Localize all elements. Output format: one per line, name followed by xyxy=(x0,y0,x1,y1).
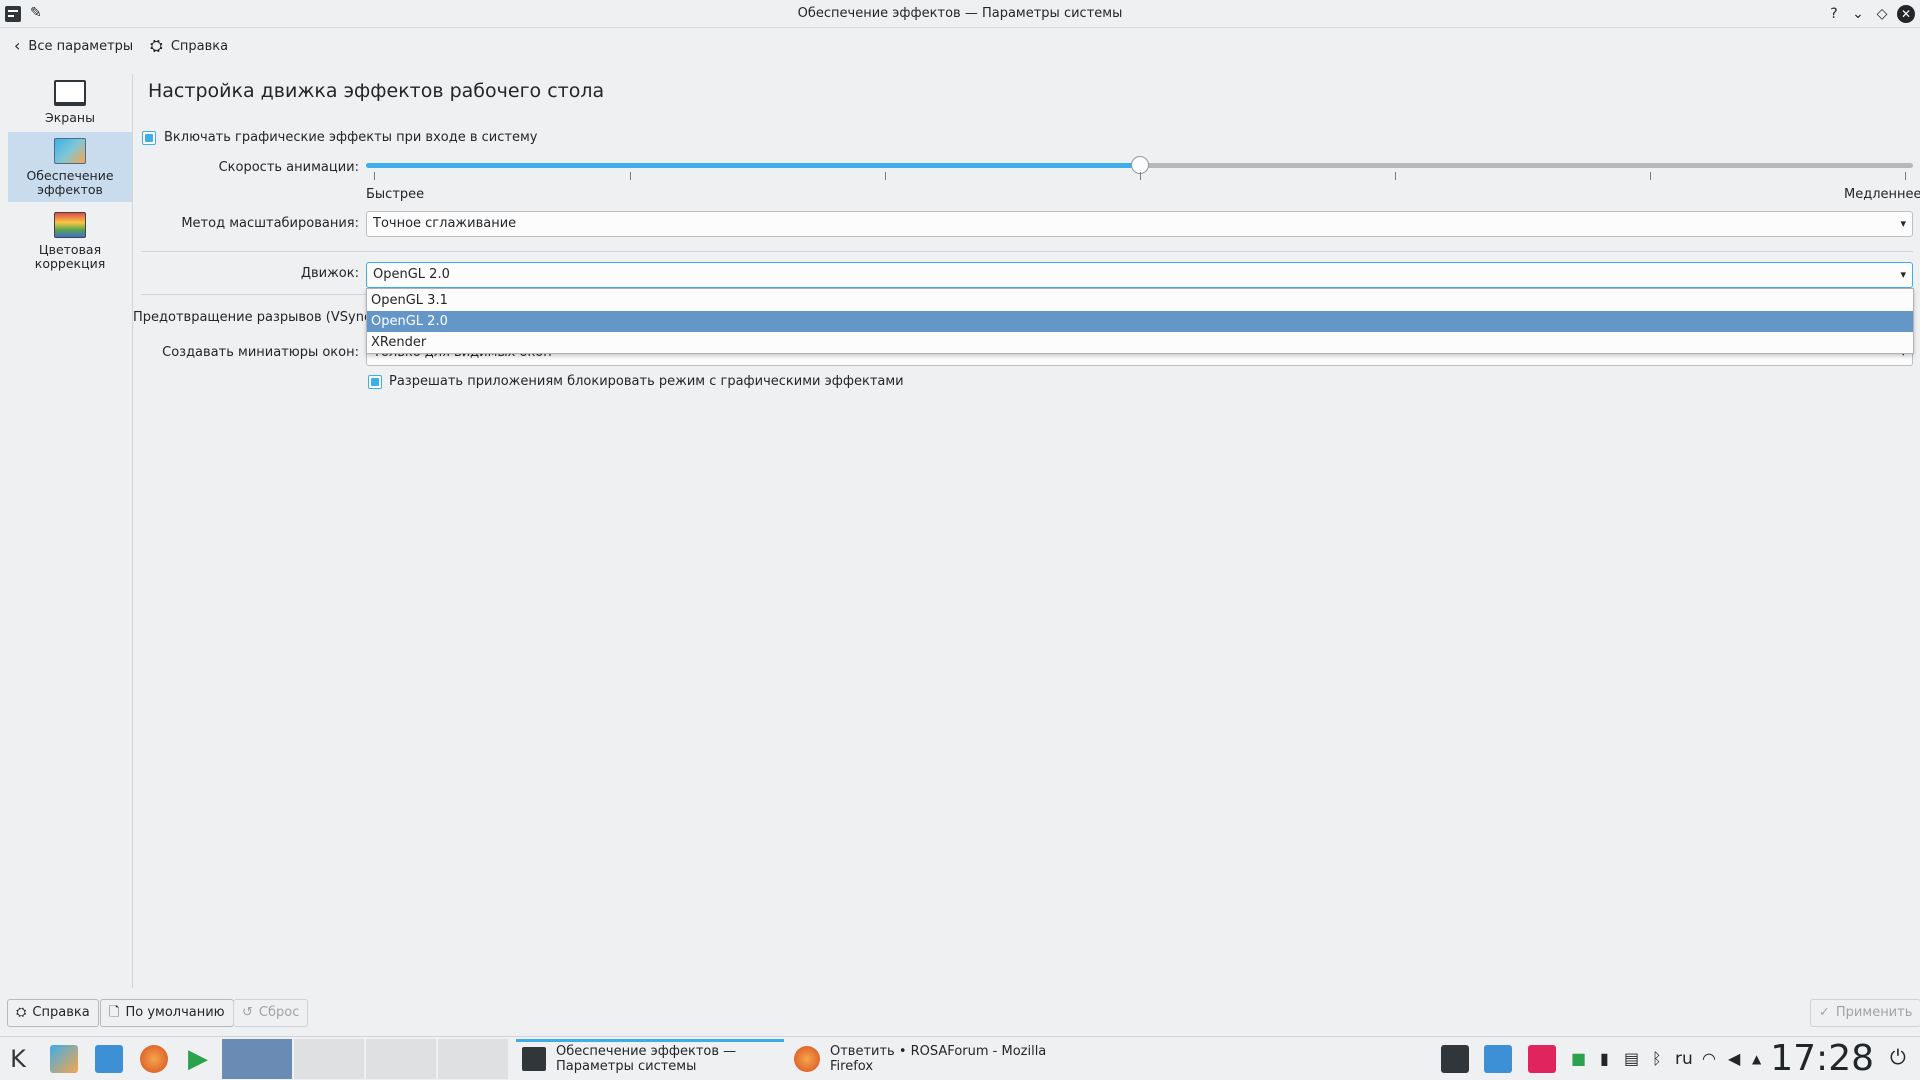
chevron-left-icon: ‹ xyxy=(14,36,21,55)
chevron-down-icon: ▾ xyxy=(1900,217,1906,230)
clock[interactable]: 17:28 xyxy=(1770,1039,1874,1079)
wifi-icon[interactable]: ◠ xyxy=(1702,1049,1716,1068)
system-settings-launcher-icon[interactable] xyxy=(50,1045,78,1073)
effects-icon xyxy=(54,138,86,164)
check-icon: ✓ xyxy=(1819,1005,1830,1020)
section-divider xyxy=(141,251,1913,252)
vsync-label: Предотвращение разрывов (VSync): xyxy=(133,310,381,325)
sidebar-item-label: Цветовая коррекция xyxy=(34,242,106,271)
keyboard-layout[interactable]: ru xyxy=(1675,1049,1693,1069)
desktop-pager-4[interactable] xyxy=(438,1039,508,1079)
engine-dropdown-list: OpenGL 3.1 OpenGL 2.0 XRender xyxy=(366,288,1914,354)
sidebar: Экраны Обеспечение эффектов Цветовая кор… xyxy=(8,70,132,990)
media-player-icon[interactable]: ▶ xyxy=(184,1045,212,1073)
page-title: Настройка движка эффектов рабочего стола xyxy=(148,80,605,102)
section-divider xyxy=(141,294,366,295)
sidebar-item-label: Экраны xyxy=(45,110,95,125)
back-button[interactable]: ‹ Все параметры xyxy=(14,38,133,54)
engine-label: Движок: xyxy=(300,266,359,281)
enable-effects-label: Включать графические эффекты при входе в… xyxy=(164,130,538,145)
main-panel: Настройка движка эффектов рабочего стола… xyxy=(133,66,1920,996)
file-manager-icon[interactable] xyxy=(95,1045,123,1073)
window-title: Обеспечение эффектов — Параметры системы xyxy=(797,6,1123,21)
defaults-button[interactable]: 🗋 По умолчанию xyxy=(100,999,234,1027)
chevron-down-icon: ▾ xyxy=(1900,268,1906,281)
slider-fill xyxy=(366,163,1140,168)
task-title: Ответить • ROSAForum - Mozilla Firefox xyxy=(830,1044,1047,1074)
sidebar-item-screens[interactable]: Экраны xyxy=(8,80,132,138)
slider-tick xyxy=(1650,172,1651,180)
volume-icon[interactable]: ◀ xyxy=(1728,1049,1740,1068)
task-firefox[interactable]: Ответить • ROSAForum - Mozilla Firefox xyxy=(788,1039,1056,1079)
slider-tick xyxy=(1905,172,1906,180)
firefox-icon xyxy=(794,1046,820,1072)
reset-label: Сброс xyxy=(258,1005,300,1020)
desktop-pager-1[interactable] xyxy=(222,1039,292,1079)
help-lifebuoy-icon: ⛭ xyxy=(16,1005,27,1020)
slider-tick xyxy=(630,172,631,180)
task-title: Обеспечение эффектов — Параметры системы xyxy=(556,1044,737,1074)
allow-block-label: Разрешать приложениям блокировать режим … xyxy=(389,374,904,389)
scale-method-value: Точное сглаживание xyxy=(373,216,517,231)
slower-label: Медленнее xyxy=(1844,187,1920,202)
app-launcher-icon[interactable]: K xyxy=(4,1045,32,1073)
help-bottom-label: Справка xyxy=(32,1005,90,1020)
engine-option[interactable]: XRender xyxy=(367,332,1913,353)
help-label: Справка xyxy=(170,38,229,54)
reset-button[interactable]: ↺ Сброс xyxy=(233,999,309,1027)
undo-icon: ↺ xyxy=(242,1005,253,1020)
system-settings-tray-icon[interactable] xyxy=(1441,1045,1469,1073)
color-correction-icon xyxy=(54,212,86,238)
bluetooth-icon[interactable]: ᛒ xyxy=(1652,1049,1662,1068)
back-label: Все параметры xyxy=(28,38,134,54)
updates-tray-icon[interactable] xyxy=(1484,1045,1512,1073)
slider-tick xyxy=(1140,172,1141,180)
help-button[interactable]: ⛭ Справка xyxy=(150,38,228,54)
slider-tick xyxy=(1395,172,1396,180)
taskbar: K ▶ Обеспечение эффектов — Параметры сис… xyxy=(0,1036,1920,1080)
slider-tick xyxy=(374,172,375,180)
engine-option[interactable]: OpenGL 3.1 xyxy=(367,290,1913,311)
system-settings-icon xyxy=(522,1047,546,1071)
thumbnails-label: Создавать миниатюры окон: xyxy=(162,345,359,360)
help-lifebuoy-icon: ⛭ xyxy=(150,36,163,55)
sidebar-item-color-correction[interactable]: Цветовая коррекция xyxy=(8,212,132,278)
firefox-icon[interactable] xyxy=(140,1045,168,1073)
faster-label: Быстрее xyxy=(366,187,425,202)
animation-speed-label: Скорость анимации: xyxy=(218,160,359,175)
tray-expand-icon[interactable]: ▲ xyxy=(1752,1052,1761,1066)
power-icon[interactable]: ⏻ xyxy=(1890,1045,1906,1069)
shield-icon[interactable]: ■ xyxy=(1571,1049,1586,1068)
defaults-label: По умолчанию xyxy=(125,1005,225,1020)
sidebar-item-label: Обеспечение эффектов xyxy=(26,168,114,197)
engine-option-selected[interactable]: OpenGL 2.0 xyxy=(367,311,1913,332)
engine-value: OpenGL 2.0 xyxy=(373,267,450,282)
battery-icon[interactable]: ▮ xyxy=(1600,1049,1609,1068)
maximize-icon[interactable]: ◇ xyxy=(1872,4,1892,24)
monitor-icon xyxy=(54,80,86,106)
desktop-pager-2[interactable] xyxy=(294,1039,364,1079)
minimize-icon[interactable]: ⌄ xyxy=(1848,4,1868,24)
enable-effects-checkbox[interactable] xyxy=(142,131,156,145)
help-icon[interactable]: ? xyxy=(1824,4,1844,24)
help-bottom-button[interactable]: ⛭ Справка xyxy=(7,999,99,1027)
scale-method-select[interactable]: Точное сглаживание ▾ xyxy=(366,211,1913,237)
apply-label: Применить xyxy=(1835,1005,1913,1020)
clipboard-icon[interactable]: ▤ xyxy=(1624,1049,1639,1068)
apply-button[interactable]: ✓ Применить xyxy=(1810,999,1920,1027)
close-icon[interactable]: ✕ xyxy=(1897,5,1915,23)
engine-select[interactable]: OpenGL 2.0 ▾ xyxy=(366,262,1913,288)
desktop-pager-3[interactable] xyxy=(366,1039,436,1079)
allow-block-checkbox[interactable] xyxy=(368,375,382,389)
title-bar: ✎ Обеспечение эффектов — Параметры систе… xyxy=(0,0,1920,28)
sidebar-item-effects[interactable]: Обеспечение эффектов xyxy=(8,132,132,202)
scale-method-label: Метод масштабирования: xyxy=(181,216,359,231)
store-tray-icon[interactable] xyxy=(1528,1045,1556,1073)
task-system-settings[interactable]: Обеспечение эффектов — Параметры системы xyxy=(516,1039,784,1079)
toolbar: ‹ Все параметры ⛭ Справка xyxy=(0,28,1920,66)
slider-tick xyxy=(885,172,886,180)
defaults-icon: 🗋 xyxy=(109,1005,120,1020)
